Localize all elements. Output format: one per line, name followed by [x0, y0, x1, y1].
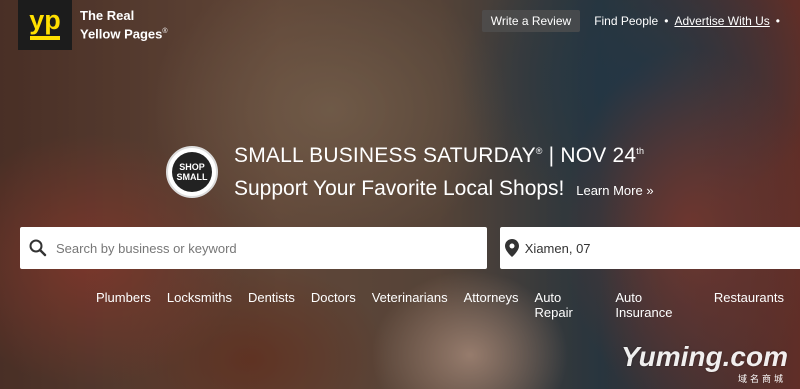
category-link-locksmiths[interactable]: Locksmiths: [167, 290, 232, 320]
promo-subtitle-row: Support Your Favorite Local Shops! Learn…: [234, 177, 654, 201]
shop-small-badge: SHOP SMALL: [166, 146, 218, 198]
find-people-link[interactable]: Find People: [594, 14, 658, 28]
date-suffix: th: [636, 146, 645, 156]
brand-name[interactable]: The Real Yellow Pages®: [80, 8, 168, 42]
nav-separator: •: [664, 14, 669, 28]
watermark-logo: Yuming.com: [621, 341, 788, 372]
location-field[interactable]: [500, 227, 800, 269]
category-link-restaurants[interactable]: Restaurants: [714, 290, 784, 320]
write-review-button[interactable]: Write a Review: [481, 10, 581, 32]
watermark-subtitle: 域名商城: [737, 374, 786, 384]
search-icon: [20, 239, 56, 257]
logo-underline: [30, 36, 60, 40]
category-link-plumbers[interactable]: Plumbers: [96, 290, 151, 320]
promo-title-main: SMALL BUSINESS SATURDAY: [234, 144, 536, 167]
brand-line-2: Yellow Pages: [80, 26, 163, 42]
category-link-doctors[interactable]: Doctors: [311, 290, 356, 320]
category-link-veterinarians[interactable]: Veterinarians: [372, 290, 448, 320]
logo-text: yp: [29, 5, 61, 35]
location-input[interactable]: [524, 240, 800, 256]
search-field[interactable]: [20, 227, 487, 269]
badge-line-1: SHOP: [179, 162, 205, 172]
promo-title-date: | NOV 24: [542, 144, 637, 167]
category-links: Plumbers Locksmiths Dentists Doctors Vet…: [96, 290, 800, 320]
brand-line-1: The Real: [80, 8, 135, 23]
search-input[interactable]: [56, 240, 456, 256]
yp-logo[interactable]: yp: [18, 0, 72, 50]
top-navigation: Write a Review Find People • Advertise W…: [481, 10, 786, 32]
category-link-auto-repair[interactable]: Auto Repair: [535, 290, 600, 320]
badge-line-2: SMALL: [176, 172, 208, 182]
category-link-dentists[interactable]: Dentists: [248, 290, 295, 320]
category-link-auto-insurance[interactable]: Auto Insurance: [615, 290, 698, 320]
nav-separator: •: [775, 14, 780, 28]
category-link-attorneys[interactable]: Attorneys: [464, 290, 519, 320]
promo-title: SMALL BUSINESS SATURDAY® | NOV 24th: [234, 144, 644, 168]
registered-mark: ®: [535, 146, 543, 156]
advertise-link[interactable]: Advertise With Us: [674, 14, 769, 28]
learn-more-link[interactable]: Learn More »: [576, 183, 653, 198]
promo-subtitle: Support Your Favorite Local Shops!: [234, 177, 565, 200]
brand-registered-mark: ®: [162, 28, 168, 35]
location-pin-icon: [500, 239, 525, 257]
